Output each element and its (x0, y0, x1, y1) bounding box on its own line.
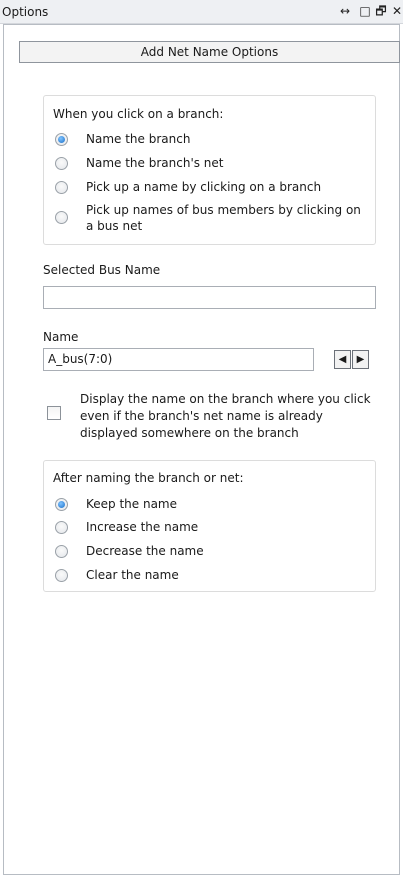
name-previous-button[interactable]: ◀ (334, 350, 351, 369)
branch-click-label: When you click on a branch: (53, 107, 224, 121)
radio-name-branch-net-label[interactable]: Name the branch's net (86, 156, 224, 170)
display-option-label-line3[interactable]: displayed somewhere on the branch (80, 426, 299, 440)
display-option-label-line1[interactable]: Display the name on the branch where you… (80, 392, 371, 406)
float-icon[interactable]: ↔ (336, 2, 354, 20)
radio-keep-name[interactable] (55, 498, 68, 511)
radio-pick-up-name[interactable] (55, 181, 68, 194)
panel-titlebar: Options ↔ □ 🗗 ✕ (0, 0, 403, 24)
radio-name-branch[interactable] (55, 133, 68, 146)
radio-name-branch-label[interactable]: Name the branch (86, 132, 190, 146)
radio-clear-name-label[interactable]: Clear the name (86, 568, 179, 582)
radio-increase-name-label[interactable]: Increase the name (86, 520, 198, 534)
name-label: Name (43, 330, 79, 344)
name-field[interactable]: A_bus(7:0) (43, 348, 314, 371)
radio-pick-up-name-label[interactable]: Pick up a name by clicking on a branch (86, 180, 321, 194)
panel-title: Options (2, 5, 49, 19)
selected-bus-name-field[interactable] (43, 286, 376, 309)
radio-increase-name[interactable] (55, 521, 68, 534)
radio-clear-name[interactable] (55, 569, 68, 582)
display-name-checkbox[interactable] (47, 406, 61, 420)
selected-bus-name-label: Selected Bus Name (43, 263, 161, 277)
after-naming-label: After naming the branch or net: (53, 471, 244, 485)
add-net-name-options-header[interactable]: Add Net Name Options (19, 41, 400, 63)
radio-name-branch-net[interactable] (55, 157, 68, 170)
close-icon[interactable]: ✕ (388, 2, 403, 20)
radio-pick-up-bus-members-label-line1[interactable]: Pick up names of bus members by clicking… (86, 203, 361, 217)
display-option-label-line2[interactable]: even if the branch's net name is already (80, 409, 323, 423)
radio-pick-up-bus-members[interactable] (55, 211, 68, 224)
radio-pick-up-bus-members-label-line2[interactable]: a bus net (86, 219, 142, 233)
name-next-button[interactable]: ▶ (352, 350, 369, 369)
radio-decrease-name-label[interactable]: Decrease the name (86, 544, 204, 558)
radio-keep-name-label[interactable]: Keep the name (86, 497, 177, 511)
radio-decrease-name[interactable] (55, 545, 68, 558)
